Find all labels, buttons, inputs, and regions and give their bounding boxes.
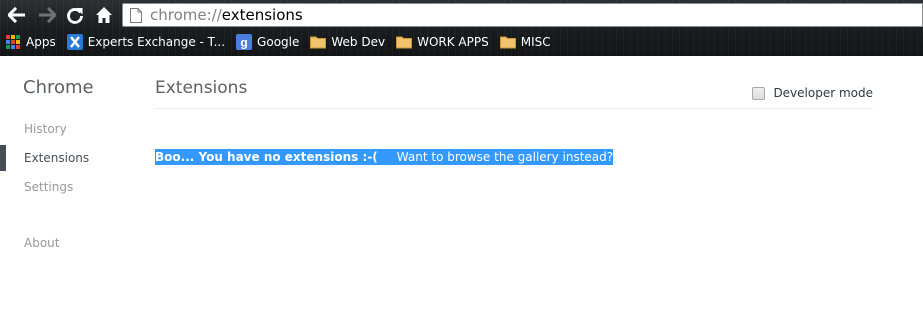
arrow-left-icon	[8, 7, 25, 23]
bookmark-label: Web Dev	[331, 35, 386, 49]
selection-gap	[377, 149, 397, 165]
selected-indicator	[0, 145, 6, 171]
page-title: Extensions	[155, 78, 248, 98]
google-icon: g	[236, 34, 253, 50]
no-extensions-message: Boo... You have no extensions :-( Want t…	[155, 149, 614, 165]
developer-mode-checkbox[interactable]	[752, 86, 766, 100]
bookmark-experts-exchange[interactable]: Experts Exchange - T...	[62, 32, 231, 52]
experts-exchange-icon	[66, 34, 83, 50]
address-bar[interactable]: chrome://extensions	[122, 3, 923, 27]
url-path: extensions	[221, 6, 303, 24]
bookmark-google[interactable]: g Google	[231, 32, 305, 52]
sidebar-item-history[interactable]: History	[24, 122, 67, 136]
arrow-right-icon	[39, 7, 56, 23]
page-icon	[130, 7, 142, 23]
bookmark-folder-misc[interactable]: MISC	[495, 32, 557, 52]
browser-toolbar: chrome://extensions Apps Experts Exchang…	[0, 0, 923, 56]
bookmark-label: MISC	[520, 35, 551, 49]
bookmark-label: Google	[257, 35, 300, 49]
bookmarks-bar: Apps Experts Exchange - T... g Google We…	[0, 31, 923, 53]
bookmark-label: Experts Exchange - T...	[87, 35, 226, 49]
sidebar-item-settings[interactable]: Settings	[24, 180, 73, 194]
svg-text:g: g	[240, 36, 247, 50]
back-button[interactable]	[6, 4, 28, 26]
home-button[interactable]	[93, 4, 115, 26]
folder-icon	[396, 34, 413, 50]
bookmark-apps[interactable]: Apps	[0, 32, 62, 52]
developer-mode-label: Developer mode	[773, 86, 873, 100]
no-extensions-text: Boo... You have no extensions :-(	[155, 149, 378, 165]
url-text[interactable]: chrome://extensions	[150, 6, 303, 24]
sidebar-item-about[interactable]: About	[24, 236, 59, 250]
folder-icon	[310, 34, 327, 50]
folder-icon	[499, 34, 516, 50]
url-scheme: chrome://	[150, 6, 222, 24]
bookmark-label: WORK APPS	[417, 35, 489, 49]
bookmark-label: Apps	[26, 35, 56, 49]
bookmark-folder-web-dev[interactable]: Web Dev	[305, 32, 391, 52]
browse-gallery-link[interactable]: Want to browse the gallery instead?	[396, 149, 614, 165]
reload-button[interactable]	[64, 4, 86, 26]
sidebar-item-extensions[interactable]: Extensions	[24, 151, 89, 165]
developer-mode-toggle[interactable]: Developer mode	[752, 86, 873, 100]
apps-grid-icon	[5, 34, 21, 50]
home-icon	[96, 7, 112, 23]
forward-button[interactable]	[36, 4, 58, 26]
divider	[155, 108, 873, 109]
bookmark-folder-work-apps[interactable]: WORK APPS	[391, 32, 495, 52]
sidebar-title: Chrome	[23, 77, 94, 98]
reload-icon	[67, 8, 83, 24]
